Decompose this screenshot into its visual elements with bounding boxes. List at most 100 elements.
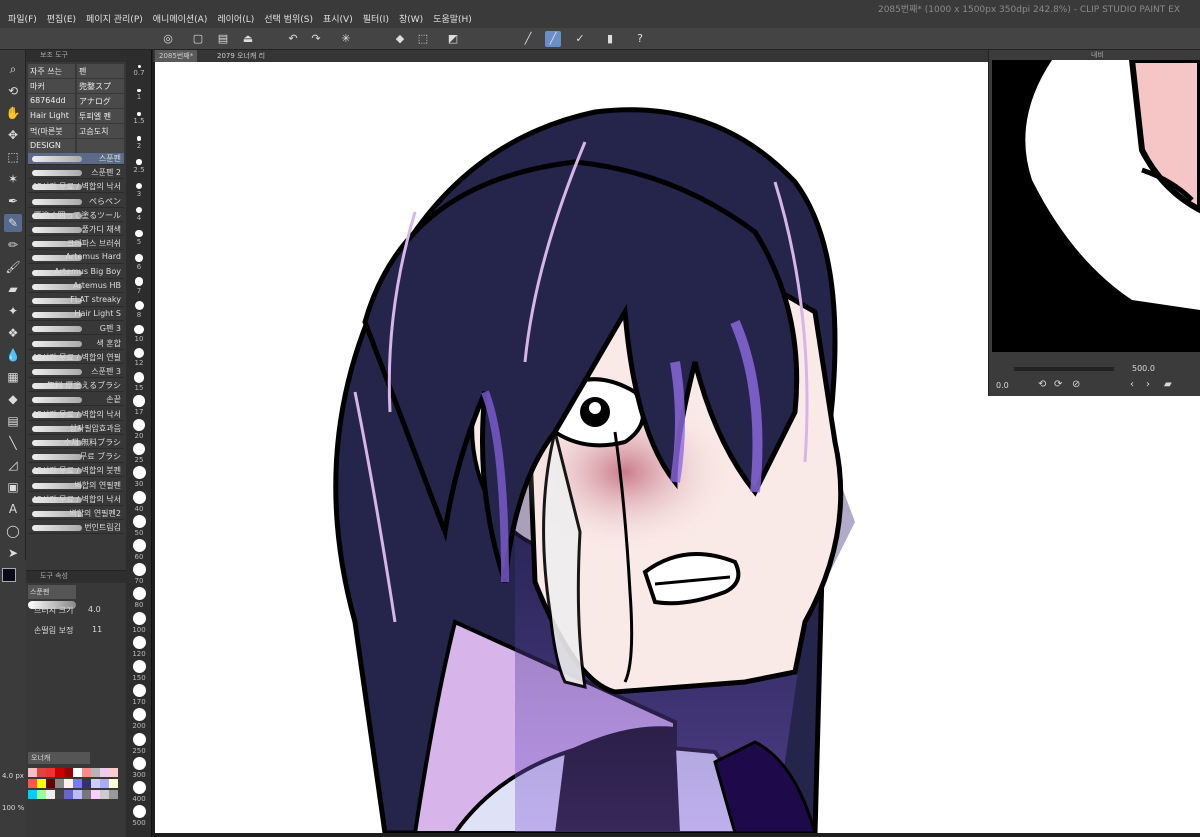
palette-swatch[interactable] bbox=[100, 790, 109, 799]
check-pen-icon[interactable]: ✓ bbox=[572, 31, 588, 47]
brush-size-dot[interactable] bbox=[135, 253, 143, 262]
brush-item[interactable]: FLAT streaky bbox=[28, 295, 124, 307]
brush-size-dot[interactable] bbox=[132, 563, 146, 577]
brush-item[interactable]: Artemus Big Boy bbox=[28, 267, 124, 279]
subtool-group[interactable]: 68764dd bbox=[28, 94, 75, 108]
subtool-group[interactable]: 마커 bbox=[28, 79, 75, 93]
brush-item[interactable]: 번인트림김 bbox=[28, 522, 124, 535]
palette-swatch[interactable] bbox=[46, 790, 55, 799]
select-rect-icon[interactable]: ⬚ bbox=[4, 148, 22, 166]
subtool-group[interactable]: 고슴도치 bbox=[77, 124, 124, 138]
brush-item[interactable]: 상자필압효과음 bbox=[28, 423, 124, 435]
device-icon[interactable]: ▮ bbox=[602, 31, 618, 47]
folder-icon[interactable]: ▰ bbox=[1164, 379, 1172, 390]
color-palette[interactable] bbox=[28, 768, 118, 834]
spinner-icon[interactable]: ✳ bbox=[338, 31, 354, 47]
menu-item[interactable]: 필터(I) bbox=[363, 12, 389, 25]
prev-icon[interactable]: ‹ bbox=[1130, 379, 1134, 390]
fill-icon[interactable]: ◆ bbox=[392, 31, 408, 47]
app-icon[interactable]: ◎ bbox=[160, 31, 176, 47]
palette-swatch[interactable] bbox=[64, 779, 73, 788]
palette-swatch[interactable] bbox=[100, 768, 109, 777]
redo-icon[interactable]: ↷ bbox=[308, 31, 324, 47]
stabilization-value[interactable]: 11 bbox=[92, 625, 102, 634]
text-icon[interactable]: A bbox=[4, 500, 22, 518]
subtool-group[interactable]: 투피엘 펜 bbox=[77, 109, 124, 123]
next-icon[interactable]: › bbox=[1146, 379, 1150, 390]
brush-item[interactable]: 풀가디 채색 bbox=[28, 224, 124, 236]
magic-wand-icon[interactable]: ✶ bbox=[4, 170, 22, 188]
palette-swatch[interactable] bbox=[37, 790, 46, 799]
brush-size-dot[interactable] bbox=[136, 112, 142, 117]
brush-size-dot[interactable] bbox=[134, 301, 144, 310]
brush-item[interactable]: 스푼펜 bbox=[28, 153, 124, 165]
brush-item[interactable]: 스푼펜 3 bbox=[28, 366, 124, 378]
brush-icon[interactable]: 🖌 bbox=[4, 258, 22, 276]
brush-size-dot[interactable] bbox=[132, 490, 146, 504]
menu-item[interactable]: 페이지 관리(P) bbox=[86, 12, 143, 25]
brush-size-dot[interactable] bbox=[136, 135, 142, 141]
brush-size-dot[interactable] bbox=[132, 660, 146, 673]
menu-item[interactable]: 도움말(H) bbox=[433, 12, 472, 25]
select-off-icon[interactable]: ◩ bbox=[445, 31, 461, 47]
subtool-group[interactable]: アナログ bbox=[77, 94, 124, 108]
undo-icon[interactable]: ↶ bbox=[285, 31, 301, 47]
brush-size-dot[interactable] bbox=[134, 324, 144, 335]
brush-item[interactable]: 48시간 무료 / 벽합의 낙서 bbox=[28, 181, 124, 194]
brush-size-dot[interactable] bbox=[132, 539, 146, 552]
subtool-group[interactable]: Hair Light bbox=[28, 109, 75, 123]
new-file-icon[interactable]: ▢ bbox=[190, 31, 206, 47]
balloon-icon[interactable]: ◯ bbox=[4, 522, 22, 540]
menu-item[interactable]: 파일(F) bbox=[8, 12, 37, 25]
brush-size-dot[interactable] bbox=[137, 65, 141, 68]
palette-swatch[interactable] bbox=[37, 768, 46, 777]
brush-item[interactable]: 수채 無料ブラシ bbox=[28, 437, 124, 449]
brush-size-dot[interactable] bbox=[132, 732, 146, 746]
transform-icon[interactable]: ⬚ bbox=[415, 31, 431, 47]
tab-active[interactable]: 2085번째* bbox=[155, 50, 198, 62]
subtool-group[interactable]: 자주 쓰는 bbox=[28, 64, 75, 78]
brush-item[interactable]: Artemus Hard bbox=[28, 252, 124, 265]
brush-item[interactable]: 색 혼합 bbox=[28, 338, 124, 350]
brush-size-dot[interactable] bbox=[135, 230, 143, 238]
airbrush-icon[interactable]: ✦ bbox=[4, 302, 22, 320]
brush-item[interactable]: 48시간 무료 / 벽합의 붓펜 bbox=[28, 465, 124, 478]
help-icon[interactable]: ? bbox=[632, 31, 648, 47]
brush-size-dot[interactable] bbox=[132, 442, 146, 456]
palette-swatch[interactable] bbox=[91, 779, 100, 788]
eyedropper-icon[interactable]: ✒ bbox=[4, 192, 22, 210]
ruler-icon[interactable]: ◿ bbox=[4, 456, 22, 474]
palette-swatch[interactable] bbox=[100, 779, 109, 788]
palette-swatch[interactable] bbox=[73, 790, 82, 799]
brush-size-dot[interactable] bbox=[133, 371, 145, 383]
brush-size-dot[interactable] bbox=[132, 466, 146, 480]
figure-icon[interactable]: ╲ bbox=[4, 434, 22, 452]
pen-icon[interactable]: ✎ bbox=[4, 214, 22, 232]
rotate-icon[interactable]: ⟲ bbox=[4, 82, 22, 100]
brush-item[interactable]: 48시간 무료 / 벽합의 연필 bbox=[28, 352, 124, 364]
reset-icon[interactable]: ⊘ bbox=[1072, 379, 1080, 390]
rotate-left-icon[interactable]: ⟲ bbox=[1038, 379, 1046, 390]
brush-size-value[interactable]: 4.0 bbox=[88, 605, 101, 614]
brush-size-dot[interactable] bbox=[133, 419, 145, 431]
brush-size-dot[interactable] bbox=[132, 684, 146, 698]
brush-size-dot[interactable] bbox=[135, 206, 143, 214]
menu-item[interactable]: 표시(V) bbox=[323, 12, 353, 25]
palette-swatch[interactable] bbox=[55, 768, 64, 777]
palette-swatch[interactable] bbox=[109, 768, 118, 777]
palette-swatch[interactable] bbox=[55, 779, 64, 788]
pen-mode-active-icon[interactable]: ╱ bbox=[545, 31, 561, 47]
brush-size-dot[interactable] bbox=[132, 514, 146, 528]
palette-swatch[interactable] bbox=[46, 768, 55, 777]
brush-item[interactable]: Hair Light S bbox=[28, 309, 124, 322]
brush-item[interactable]: 48시간 무료 / 벽합의 낙서 bbox=[28, 409, 124, 421]
palette-swatch[interactable] bbox=[91, 768, 100, 777]
brush-size-dot[interactable] bbox=[132, 587, 146, 601]
color-set-select[interactable]: 오너캐 bbox=[28, 752, 90, 764]
brush-size-dot[interactable] bbox=[133, 348, 145, 359]
tab-other[interactable]: 2079 오너캐 리 bbox=[213, 50, 269, 62]
pencil-icon[interactable]: ✏ bbox=[4, 236, 22, 254]
palette-swatch[interactable] bbox=[109, 790, 118, 799]
rotate-right-icon[interactable]: ⟳ bbox=[1054, 379, 1062, 390]
brush-size-dot[interactable] bbox=[132, 708, 146, 722]
